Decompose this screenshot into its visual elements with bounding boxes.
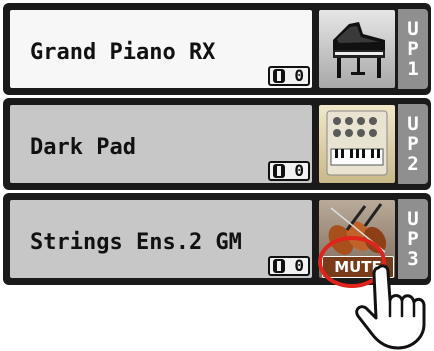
octave-transpose-badge: 0 bbox=[268, 256, 310, 276]
octave-icon bbox=[273, 259, 285, 273]
octave-transpose-badge: 0 bbox=[268, 66, 310, 86]
part-label-up2: U P 2 bbox=[398, 104, 428, 184]
grand-piano-icon bbox=[333, 22, 385, 78]
part-label-char: 2 bbox=[407, 153, 419, 175]
octave-value: 0 bbox=[294, 66, 304, 85]
track-row-up2: Dark Pad 0 U P 2 bbox=[3, 98, 431, 190]
part-label-char: U bbox=[407, 208, 419, 230]
track-name: Strings Ens.2 GM bbox=[30, 230, 242, 255]
track-row-up1: Grand Piano RX 0 U P 1 bbox=[3, 3, 431, 95]
octave-icon bbox=[273, 164, 285, 178]
pad-keyboard-icon bbox=[326, 110, 388, 176]
part-label-up1: U P 1 bbox=[398, 9, 428, 89]
sound-icon-button-up1[interactable] bbox=[317, 8, 397, 90]
track-name-button-up2[interactable]: Dark Pad 0 bbox=[8, 103, 314, 185]
part-label-char: 1 bbox=[407, 58, 419, 80]
part-label-char: P bbox=[407, 38, 419, 60]
octave-transpose-badge: 0 bbox=[268, 161, 310, 181]
part-label-char: P bbox=[407, 228, 419, 250]
track-name: Grand Piano RX bbox=[30, 40, 216, 65]
octave-value: 0 bbox=[294, 256, 304, 275]
octave-value: 0 bbox=[294, 161, 304, 180]
part-label-char: P bbox=[407, 133, 419, 155]
octave-icon bbox=[273, 69, 285, 83]
sound-icon-button-up2[interactable] bbox=[317, 103, 397, 185]
pointing-hand-icon bbox=[355, 264, 426, 350]
track-name: Dark Pad bbox=[30, 135, 136, 160]
part-label-char: U bbox=[407, 113, 419, 135]
part-label-char: U bbox=[407, 18, 419, 40]
track-name-button-up1[interactable]: Grand Piano RX 0 bbox=[8, 8, 314, 90]
track-name-button-up3[interactable]: Strings Ens.2 GM 0 bbox=[8, 198, 314, 280]
